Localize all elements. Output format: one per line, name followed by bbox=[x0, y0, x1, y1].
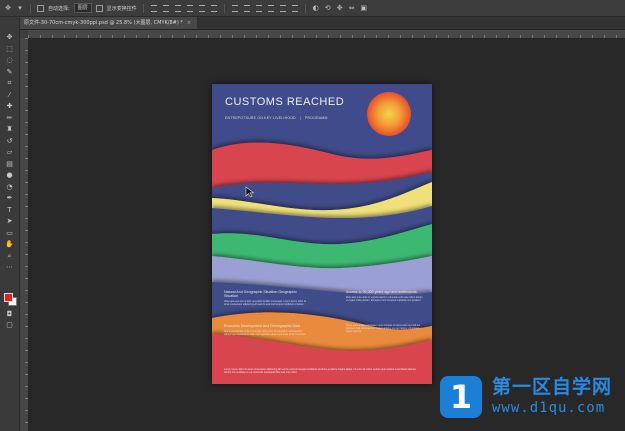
path-select-icon[interactable]: ➤ bbox=[4, 217, 15, 226]
divider bbox=[30, 3, 31, 13]
poster-text-block: Natural And Geographic Situation Geograp… bbox=[224, 290, 308, 306]
block-body: Vitae quis erat nisi ut felis venenatis … bbox=[224, 299, 307, 307]
blur-icon[interactable]: ● bbox=[4, 171, 15, 180]
auto-select-label: 自动选择: bbox=[48, 5, 70, 12]
align-right-icon[interactable] bbox=[210, 4, 217, 12]
block-body: Nemo enim ipsam voluptatem quia voluptas… bbox=[346, 323, 421, 333]
eyedropper-icon[interactable]: ⁄ bbox=[4, 91, 15, 100]
divider bbox=[142, 3, 144, 13]
stamp-icon[interactable]: ♜ bbox=[4, 125, 15, 134]
zoom-icon[interactable]: ⌕ bbox=[4, 252, 15, 261]
document-tabbar: 原文件-30-70cm-cmyk-300ppi.psd @ 25.8% (大图层… bbox=[20, 17, 625, 30]
document-tab-title: 原文件-30-70cm-cmyk-300ppi.psd @ 25.8% (大图层… bbox=[24, 20, 183, 26]
poster-document[interactable]: CUSTOMS REACHED ENTREPOTSURE ON KEY LIVE… bbox=[212, 84, 432, 384]
poster-title: CUSTOMS REACHED bbox=[225, 96, 345, 108]
block-heading: Economic Development And Demographic Dat… bbox=[224, 324, 301, 328]
tools-panel: ◘ ▢ ✥ ⬚ ◌ ✎ ⌗ ⁄ ✚ ✏ ♜ ↺ ▱ ▤ ● ◔ ✒ T ➤ ▭ ✋ ⌕ ⋯ bbox=[0, 17, 20, 431]
align-bottom-icon[interactable] bbox=[174, 4, 181, 12]
vertical-ruler[interactable] bbox=[20, 38, 28, 431]
poster-subtitle-sep: | bbox=[299, 116, 302, 120]
healing-brush-icon[interactable]: ✚ bbox=[4, 102, 15, 111]
move-icon[interactable]: ✥ bbox=[4, 33, 15, 42]
poster-subtitle: ENTREPOTSURE ON KEY LIVELIHOOD | PROGRAMM bbox=[225, 116, 328, 120]
options-bar: ✥ ▾ 自动选择: 图层 显示变换控件 ◐ ⟲ ✥ ⇔ ▣ bbox=[0, 0, 625, 17]
poster-subtitle-left: ENTREPOTSURE ON KEY LIVELIHOOD bbox=[225, 116, 296, 120]
block-heading: Natural And Geographic Situation Geograp… bbox=[224, 290, 297, 299]
marquee-icon[interactable]: ⬚ bbox=[4, 45, 15, 54]
move-tool-icon[interactable]: ✥ bbox=[4, 4, 12, 12]
auto-select-dropdown[interactable]: 图层 bbox=[73, 3, 92, 13]
align-vcenter-icon[interactable] bbox=[162, 4, 169, 12]
distribute-left-icon[interactable] bbox=[267, 4, 274, 12]
poster-text-block: Economic Development And Demographic Dat… bbox=[224, 324, 308, 336]
3d-mode-icon[interactable]: ◐ bbox=[312, 4, 320, 12]
distribute-top-icon[interactable] bbox=[231, 4, 238, 12]
show-transform-checkbox[interactable] bbox=[95, 4, 103, 12]
show-transform-label: 显示变换控件 bbox=[106, 5, 137, 12]
more-tools-icon[interactable]: ⋯ bbox=[4, 263, 15, 272]
distribute-bottom-icon[interactable] bbox=[255, 4, 262, 12]
block-body: Duis aute irure dolor in reprehenderit i… bbox=[346, 295, 423, 302]
type-icon[interactable]: T bbox=[4, 206, 15, 215]
document-tab[interactable]: 原文件-30-70cm-cmyk-300ppi.psd @ 25.8% (大图层… bbox=[20, 17, 198, 29]
3d-pan-icon[interactable]: ✥ bbox=[336, 4, 344, 12]
block-body: Sed ut perspiciatis unde omnis iste natu… bbox=[224, 329, 307, 336]
divider bbox=[223, 3, 225, 13]
distribute-right-icon[interactable] bbox=[291, 4, 298, 12]
align-top-icon[interactable] bbox=[150, 4, 157, 12]
divider bbox=[304, 3, 306, 13]
block-heading: Access to 90,000 years ago and settlemen… bbox=[346, 290, 417, 294]
align-hcenter-icon[interactable] bbox=[198, 4, 205, 12]
poster-text-block: Access to 90,000 years ago and settlemen… bbox=[346, 290, 424, 302]
gradient-icon[interactable]: ▤ bbox=[4, 160, 15, 169]
quick-mask-icon[interactable]: ◘ bbox=[4, 310, 15, 319]
distribute-hcenter-icon[interactable] bbox=[279, 4, 286, 12]
watermark-title: 第一区自学网 bbox=[492, 376, 613, 398]
hand-icon[interactable]: ✋ bbox=[4, 240, 15, 249]
auto-select-checkbox[interactable] bbox=[37, 4, 44, 12]
sun-graphic bbox=[367, 92, 411, 136]
3d-slide-icon[interactable]: ⇔ bbox=[348, 4, 356, 12]
history-brush-icon[interactable]: ↺ bbox=[4, 137, 15, 146]
dodge-icon[interactable]: ◔ bbox=[4, 183, 15, 192]
poster-subtitle-right: PROGRAMM bbox=[305, 116, 328, 120]
horizontal-ruler[interactable] bbox=[28, 30, 625, 38]
pen-icon[interactable]: ✒ bbox=[4, 194, 15, 203]
distribute-vcenter-icon[interactable] bbox=[243, 4, 250, 12]
watermark-logo-icon: 1 bbox=[440, 376, 482, 418]
screen-mode-icon[interactable]: ▢ bbox=[4, 321, 15, 330]
tool-preset-chevron-icon[interactable]: ▾ bbox=[16, 4, 24, 12]
align-left-icon[interactable] bbox=[186, 4, 193, 12]
3d-rotate-icon[interactable]: ⟲ bbox=[324, 4, 332, 12]
quick-select-icon[interactable]: ✎ bbox=[4, 68, 15, 77]
close-tab-icon[interactable]: × bbox=[187, 20, 191, 26]
shape-icon[interactable]: ▭ bbox=[4, 229, 15, 238]
ruler-origin[interactable] bbox=[20, 30, 28, 38]
brush-icon[interactable]: ✏ bbox=[4, 114, 15, 123]
crop-icon[interactable]: ⌗ bbox=[4, 79, 15, 88]
eraser-icon[interactable]: ▱ bbox=[4, 148, 15, 157]
poster-footer-text: Lorem ipsum dolor sit amet consectetur a… bbox=[224, 368, 417, 375]
mouse-cursor-icon bbox=[245, 186, 255, 198]
3d-scale-icon[interactable]: ▣ bbox=[360, 4, 368, 12]
poster-text-block: Nemo enim ipsam voluptatem quia voluptas… bbox=[346, 322, 424, 333]
watermark-url: www.d1qu.com bbox=[492, 400, 606, 416]
foreground-color-swatch[interactable] bbox=[4, 293, 13, 302]
lasso-icon[interactable]: ◌ bbox=[4, 56, 15, 65]
site-watermark: 1 第一区自学网 www.d1qu.com bbox=[436, 370, 622, 424]
